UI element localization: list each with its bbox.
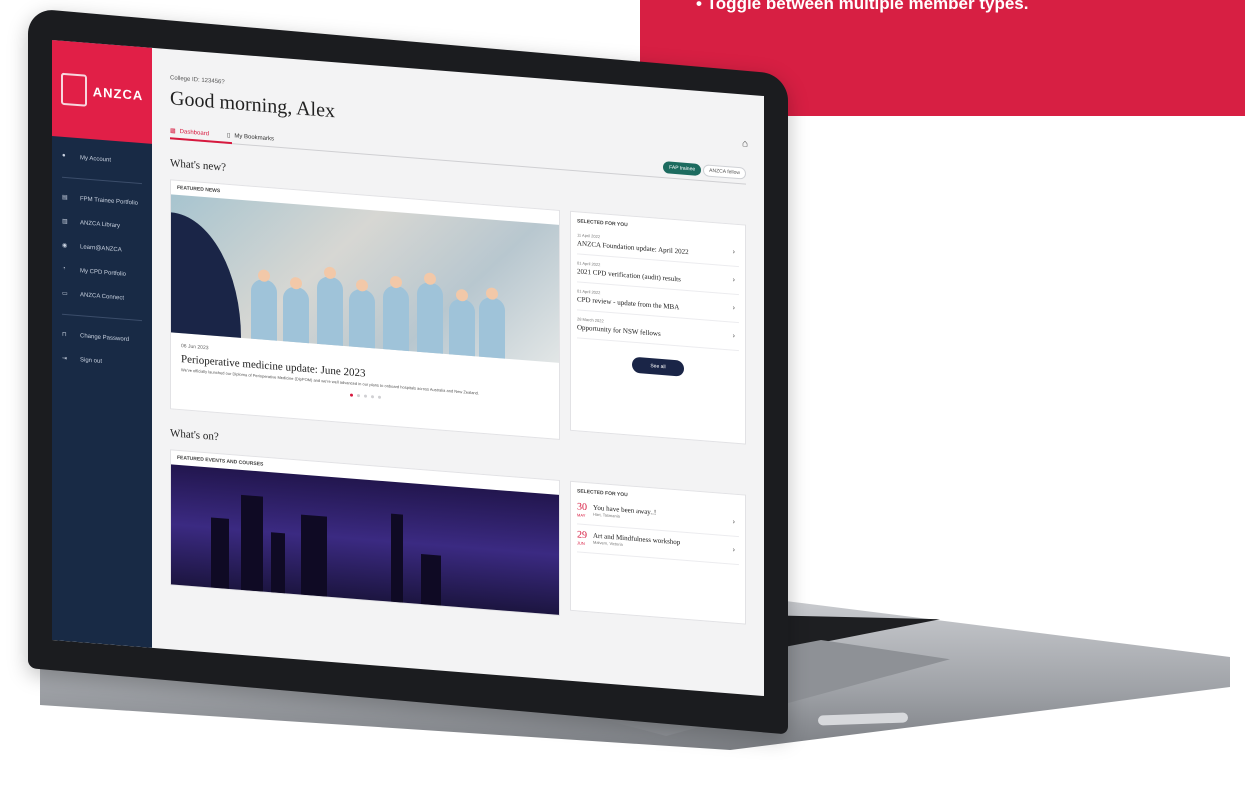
person-head <box>290 276 302 290</box>
sidebar-item-label: ANZCA Connect <box>80 292 125 302</box>
main-content: College ID: 123456? Good morning, Alex ⌂… <box>152 48 764 696</box>
selected-events-card: SELECTED FOR YOU 30 MAY You have been aw… <box>570 480 746 625</box>
carousel-dot[interactable] <box>377 395 381 399</box>
sidebar-item-my-account[interactable]: ● My Account <box>52 144 152 176</box>
event-details: You have been away..! Hart, Tasmania <box>593 504 656 522</box>
carousel-dot[interactable] <box>370 395 374 399</box>
carousel-dot[interactable] <box>349 393 353 397</box>
portfolio-icon: ▤ <box>62 194 68 202</box>
event-month: JUN <box>577 540 585 546</box>
sidebar-item-label: Change Password <box>80 333 130 344</box>
carousel-dot[interactable] <box>356 393 360 398</box>
person-figure <box>449 298 475 357</box>
banner-bullet-text: • Toggle between multiple member types. <box>696 0 1029 13</box>
chevron-right-icon: › <box>732 546 735 554</box>
skyline-building <box>421 554 441 606</box>
bookmark-icon: ▯ <box>227 132 231 140</box>
skyline-building <box>301 514 327 597</box>
chevron-right-icon: › <box>732 518 735 526</box>
skyline-building <box>391 513 403 603</box>
library-icon: ▥ <box>62 218 68 226</box>
person-figure <box>283 286 309 344</box>
tab-bookmarks[interactable]: ▯ My Bookmarks <box>227 132 274 143</box>
featured-news-image <box>171 194 559 363</box>
event-month: MAY <box>577 512 586 518</box>
person-figure <box>251 278 277 341</box>
cpd-icon: ◔ <box>62 265 66 273</box>
whats-new-row: FEATURED NEWS 06 Jun 2023 Perioperative … <box>170 179 746 454</box>
sidebar-nav: ● My Account ▤ FPM Trainee Portfolio ▥ A… <box>52 136 152 378</box>
sidebar-divider <box>62 313 142 322</box>
sidebar-item-label: My CPD Portfolio <box>80 268 127 278</box>
person-head <box>356 278 368 292</box>
brand-logo[interactable]: ANZCA <box>52 40 152 144</box>
sidebar-item-label: FPM Trainee Portfolio <box>80 196 139 207</box>
hero-decoration <box>171 212 241 338</box>
chevron-right-icon: › <box>732 332 735 340</box>
selected-news-card: SELECTED FOR YOU 11 April 2022 ANZCA Fou… <box>570 210 746 445</box>
brand-name: ANZCA <box>92 83 144 103</box>
event-details: Art and Mindfulness workshop Malvern, Vi… <box>593 532 680 552</box>
featured-news-card[interactable]: FEATURED NEWS 06 Jun 2023 Perioperative … <box>170 179 560 440</box>
laptop-screen: ANZCA ● My Account ▤ FPM Trainee Portfol… <box>52 40 764 697</box>
member-type-toggle: FAP trainee ANZCA fellow <box>663 161 746 180</box>
event-date: 29 JUN <box>577 529 587 546</box>
connect-icon: ▭ <box>62 290 68 298</box>
sidebar: ANZCA ● My Account ▤ FPM Trainee Portfol… <box>52 40 152 648</box>
person-head <box>258 269 270 283</box>
sidebar-item-label: Learn@ANZCA <box>80 244 122 254</box>
chevron-right-icon: › <box>732 276 735 284</box>
signout-icon: ⇥ <box>62 355 68 363</box>
sidebar-item-label: My Account <box>80 155 112 164</box>
tab-label: My Bookmarks <box>234 132 275 142</box>
tab-dashboard[interactable]: ▦ Dashboard <box>170 127 209 137</box>
chevron-right-icon: › <box>732 248 735 256</box>
tab-label: Dashboard <box>179 128 210 137</box>
sidebar-item-label: ANZCA Library <box>80 220 121 230</box>
person-figure <box>383 285 409 352</box>
toggle-anzca-fellow[interactable]: ANZCA fellow <box>703 164 746 180</box>
lock-icon: ⊓ <box>62 331 67 339</box>
person-head <box>324 266 336 280</box>
person-head <box>424 272 436 286</box>
user-icon: ● <box>62 152 66 160</box>
see-all-button[interactable]: See all <box>632 356 684 377</box>
chevron-right-icon: › <box>732 304 735 312</box>
skyline-building <box>241 494 263 592</box>
carousel-dot[interactable] <box>363 394 367 398</box>
home-icon[interactable]: ⌂ <box>742 138 748 149</box>
person-figure <box>417 281 443 354</box>
skyline-building <box>211 517 229 589</box>
sidebar-item-label: Sign out <box>80 357 103 365</box>
person-head <box>390 275 402 289</box>
sidebar-divider <box>62 176 142 185</box>
event-date: 30 MAY <box>577 501 587 518</box>
dashboard-icon: ▦ <box>170 128 176 135</box>
crest-icon <box>60 72 87 107</box>
toggle-fap-trainee[interactable]: FAP trainee <box>663 161 702 177</box>
person-figure <box>349 288 375 349</box>
person-figure <box>317 275 343 346</box>
featured-events-card[interactable]: FEATURED EVENTS AND COURSES <box>170 449 560 616</box>
person-head <box>456 288 468 302</box>
person-head <box>486 287 498 301</box>
person-figure <box>479 296 505 359</box>
learn-icon: ◉ <box>62 242 68 250</box>
skyline-building <box>271 532 285 594</box>
